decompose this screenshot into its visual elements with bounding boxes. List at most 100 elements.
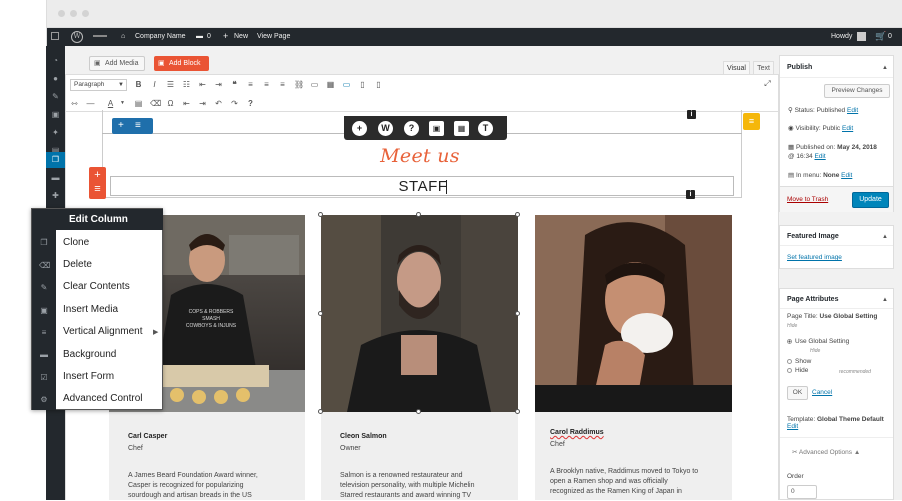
window-dot[interactable] <box>82 10 89 17</box>
comments-icon[interactable]: ▬ <box>51 173 60 182</box>
add-element-icon[interactable]: + <box>352 121 367 136</box>
plus-icon[interactable]: + <box>223 31 228 41</box>
preview-changes-button[interactable]: Preview Changes <box>824 84 890 98</box>
info-icon[interactable]: i <box>686 190 695 199</box>
tab-visual[interactable]: Visual <box>723 61 750 74</box>
bold-icon[interactable]: B <box>134 80 143 89</box>
row-handle[interactable]: ≡ <box>743 113 760 130</box>
resize-handle[interactable] <box>318 212 323 217</box>
add-column-icon[interactable]: + <box>89 169 106 181</box>
delete-icon[interactable]: ⌫ <box>39 261 50 271</box>
outdent-icon[interactable]: ⇤ <box>182 99 191 108</box>
cancel-link[interactable]: Cancel <box>812 389 832 396</box>
brush-icon[interactable]: ✎ <box>51 92 60 101</box>
lightbulb-icon[interactable]: ● <box>51 74 60 83</box>
published-edit-link[interactable]: Edit <box>814 153 825 160</box>
wordpress-icon[interactable]: W <box>378 121 393 136</box>
radio-show[interactable]: Show <box>787 358 811 365</box>
resize-handle[interactable] <box>416 212 421 217</box>
paste-text-icon[interactable]: ▤ <box>134 99 143 108</box>
radio-global[interactable]: Use Global Setting <box>787 338 849 345</box>
staff-card[interactable]: Cleon Salmon Owner Salmon is a renowned … <box>318 212 520 500</box>
clone-icon[interactable]: ❐ <box>39 238 49 248</box>
help-icon[interactable]: ? <box>246 99 255 108</box>
window-dot[interactable] <box>70 10 77 17</box>
resize-handle[interactable] <box>318 409 323 414</box>
resize-handle[interactable] <box>416 409 421 414</box>
redo-icon[interactable]: ↷ <box>230 99 239 108</box>
comments-icon[interactable]: ▬ <box>196 33 203 40</box>
image-icon[interactable]: ▣ <box>429 121 444 136</box>
cart-count[interactable]: 0 <box>888 33 892 40</box>
align-right-icon[interactable]: ≡ <box>278 80 287 89</box>
chevron-up-icon[interactable]: ▲ <box>882 297 888 303</box>
menu-item-insert-media[interactable]: Insert Media <box>63 304 118 315</box>
staff-card[interactable]: Carol Raddimus Chef A Brooklyn native, R… <box>535 215 732 500</box>
text-color-icon[interactable]: A <box>106 99 115 108</box>
ok-button[interactable]: OK <box>787 386 808 400</box>
desktop-preview-icon[interactable]: ▭ <box>342 80 351 89</box>
info-icon[interactable]: i <box>687 110 696 119</box>
numbered-list-icon[interactable]: ☷ <box>182 80 191 89</box>
avatar[interactable] <box>857 32 866 41</box>
new-link[interactable]: New <box>234 33 248 40</box>
howdy-label[interactable]: Howdy <box>831 33 852 40</box>
resize-handle[interactable] <box>318 311 323 316</box>
radio-hide[interactable]: Hide <box>787 367 808 374</box>
special-character-icon[interactable]: Ω <box>166 99 175 108</box>
view-page-link[interactable]: View Page <box>257 33 290 40</box>
advanced-options-toggle[interactable]: ✂ Advanced Options ▲ <box>792 448 860 456</box>
comments-count[interactable]: 0 <box>207 33 211 40</box>
row-controls[interactable]: + ≡ <box>112 118 153 134</box>
update-button[interactable]: Update <box>852 192 889 208</box>
format-select[interactable]: Paragraph ▼ <box>70 79 127 91</box>
add-media-button[interactable]: ▣ Add Media <box>89 56 145 71</box>
site-name-link[interactable]: Company Name <box>135 33 186 40</box>
bullet-list-icon[interactable]: ☰ <box>166 80 175 89</box>
cart-icon[interactable]: 🛒 <box>875 31 886 42</box>
link-icon[interactable]: ⛓ <box>294 80 304 89</box>
menu-item-insert-form[interactable]: Insert Form <box>63 371 114 382</box>
text-icon[interactable]: T <box>478 121 493 136</box>
layout-icon[interactable]: ▦ <box>454 121 469 136</box>
resize-handle[interactable] <box>515 212 520 217</box>
column-controls[interactable]: + ≡ <box>89 167 106 199</box>
set-featured-image-link[interactable]: Set featured image <box>787 254 842 261</box>
gear-icon[interactable]: ⚙ <box>39 395 49 405</box>
indent-icon[interactable]: ⇥ <box>198 99 207 108</box>
eraser-icon[interactable]: ✎ <box>39 283 49 293</box>
order-input[interactable]: 0 <box>787 485 817 499</box>
home-icon[interactable]: ⌂ <box>121 33 125 40</box>
cube-icon[interactable]: ▣ <box>51 110 60 119</box>
dashboard-icon[interactable]: ◔ <box>51 56 60 65</box>
status-edit-link[interactable]: Edit <box>847 107 858 114</box>
customize-icon[interactable] <box>93 35 107 37</box>
radio-icon[interactable] <box>787 367 792 373</box>
form-icon[interactable]: ☑ <box>39 373 49 383</box>
window-dot[interactable] <box>58 10 65 17</box>
tab-text[interactable]: Text <box>753 61 774 74</box>
template-edit-link[interactable]: Edit <box>787 423 798 430</box>
align-icon[interactable]: ≡ <box>39 328 49 338</box>
more-tag-icon[interactable]: ▭ <box>310 80 319 89</box>
outdent-icon[interactable]: ⇤ <box>198 80 207 89</box>
italic-icon[interactable]: I <box>150 80 159 89</box>
resize-handle[interactable] <box>515 311 520 316</box>
menu-item-background[interactable]: Background <box>63 349 116 360</box>
row-menu-icon[interactable]: ≡ <box>135 119 141 132</box>
visibility-edit-link[interactable]: Edit <box>842 125 853 132</box>
mobile-preview-icon[interactable]: ▯ <box>374 80 383 89</box>
menu-item-clone[interactable]: Clone <box>63 237 89 248</box>
help-icon[interactable]: ? <box>404 121 419 136</box>
add-block-button[interactable]: ▣ Add Block <box>154 56 209 71</box>
chevron-up-icon[interactable]: ▲ <box>882 234 888 240</box>
table-icon[interactable]: ▦ <box>326 80 335 89</box>
radio-icon[interactable] <box>787 358 792 364</box>
background-icon[interactable]: ▬ <box>39 350 49 360</box>
undo-icon[interactable]: ↶ <box>214 99 223 108</box>
add-row-icon[interactable]: + <box>118 119 124 132</box>
strikethrough-icon[interactable]: ⇿ <box>70 99 79 108</box>
move-to-trash-link[interactable]: Move to Trash <box>787 196 828 203</box>
blockquote-icon[interactable]: ❝ <box>230 80 239 89</box>
menu-item-vertical-alignment[interactable]: Vertical Alignment <box>63 326 143 337</box>
